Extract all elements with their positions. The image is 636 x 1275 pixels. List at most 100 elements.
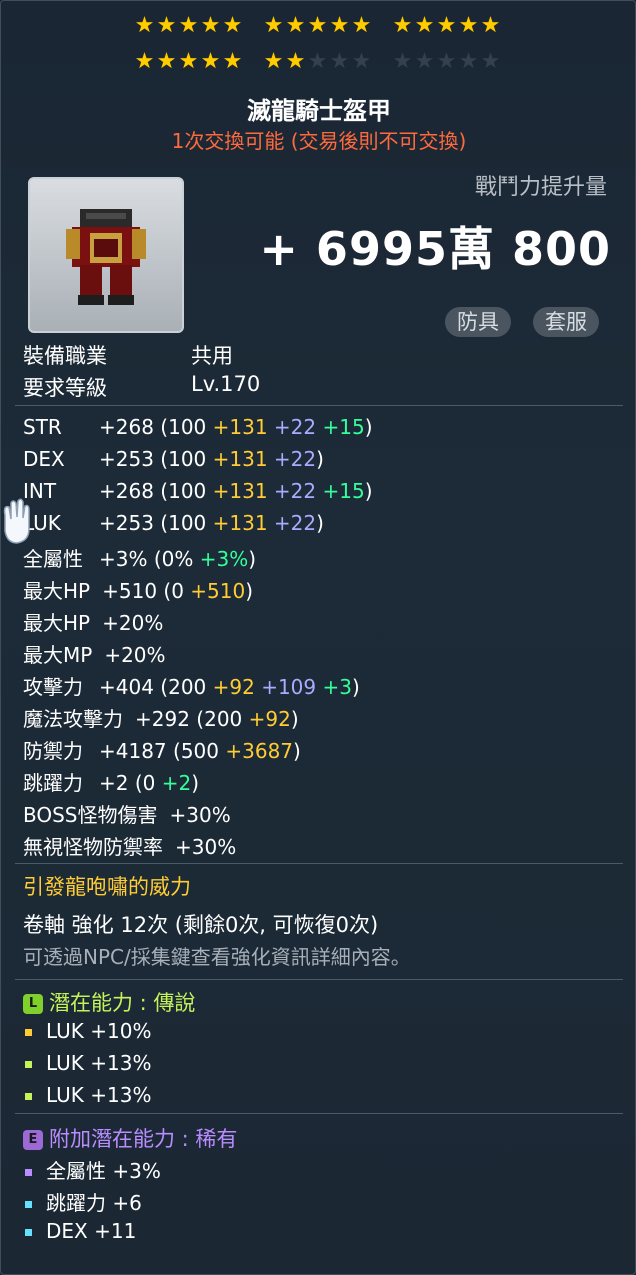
stat-line: BOSS怪物傷害 +30% xyxy=(23,799,231,828)
additional-potential-header: E 附加潛在能力 : 稀有 xyxy=(23,1123,237,1153)
stat-value-part: +15 xyxy=(322,415,365,439)
star-group: ★ ★ ★ ★ ★ xyxy=(392,51,502,79)
star-filled-icon: ★ xyxy=(263,13,284,38)
bullet-icon xyxy=(25,1061,32,1068)
star-filled-icon: ★ xyxy=(200,13,221,38)
stat-name: 最大HP xyxy=(23,611,91,635)
divider xyxy=(15,405,623,406)
star-filled-icon: ★ xyxy=(285,49,306,74)
legendary-badge-icon: L xyxy=(23,994,43,1014)
rare-badge-icon: E xyxy=(23,1130,43,1150)
star-filled-icon: ★ xyxy=(458,13,479,38)
stat-value-part: +268 (100 xyxy=(99,479,213,503)
stat-value-part: +131 xyxy=(212,479,274,503)
tag-outfit: 套服 xyxy=(533,307,599,337)
stat-line: 攻擊力 +404 (200 +92 +109 +3) xyxy=(23,671,360,700)
stat-value-part: +3% xyxy=(199,547,249,571)
bullet-icon xyxy=(25,1029,32,1036)
star-empty-icon: ★ xyxy=(436,49,457,74)
star-group: ★ ★ ★ ★ ★ xyxy=(263,15,373,43)
stat-name: 跳躍力 xyxy=(23,771,83,795)
stat-value-part: +20% xyxy=(102,611,164,635)
star-filled-icon: ★ xyxy=(222,13,243,38)
stat-line: 全屬性 +3% (0% +3%) xyxy=(23,543,256,572)
stat-value-part: ) xyxy=(293,739,301,763)
stat-value-part: +404 (200 xyxy=(99,675,213,699)
stat-name: 無視怪物防禦率 xyxy=(23,835,163,859)
stat-name: 防禦力 xyxy=(23,739,83,763)
combat-power-label: 戰鬥力提升量 xyxy=(474,175,607,200)
combat-power-value: + 6995萬 800 xyxy=(259,222,611,276)
level-label: 要求等級 xyxy=(23,376,107,400)
potential-line: DEX +11 xyxy=(25,1219,136,1243)
potential-text: 跳躍力 +6 xyxy=(46,1191,142,1215)
item-icon-frame xyxy=(28,177,184,333)
bullet-icon xyxy=(25,1229,32,1236)
stat-value-part: +30% xyxy=(169,803,231,827)
stat-value-part: ) xyxy=(351,675,360,699)
stat-value-part: +3687 xyxy=(225,739,294,763)
item-tooltip: ★ ★ ★ ★ ★ ★ ★ ★ ★ ★ ★ ★ ★ ★ ★ ★ ★ ★ ★ ★ ★ ★ ★ ★ ★ ★ ★ ★ ★ ★ 滅龍騎士盔甲 1… xyxy=(0,0,636,1275)
star-filled-icon: ★ xyxy=(480,13,501,38)
additional-potential-label: 附加潛在能力 : 稀有 xyxy=(49,1127,238,1151)
potential-text: 全屬性 +3% xyxy=(46,1159,161,1183)
stat-value-part: ) xyxy=(191,771,200,795)
stat-line: 跳躍力 +2 (0 +2) xyxy=(23,767,199,796)
cursor-glove-icon xyxy=(3,498,30,544)
stat-value-part: +30% xyxy=(175,835,237,859)
stat-name: 最大MP xyxy=(23,643,93,667)
star-filled-icon: ★ xyxy=(178,49,199,74)
star-filled-icon: ★ xyxy=(307,13,328,38)
divider xyxy=(15,979,623,980)
stat-name: 最大HP xyxy=(23,579,91,603)
stat-value-part: +253 (100 xyxy=(99,511,213,535)
potential-header: L 潛在能力 : 傳說 xyxy=(23,987,195,1017)
star-empty-icon: ★ xyxy=(414,49,435,74)
potential-line: LUK +13% xyxy=(25,1083,151,1107)
stat-name: STR xyxy=(23,415,62,439)
star-group: ★ ★ ★ ★ ★ xyxy=(134,51,244,79)
item-name: 滅龍騎士盔甲 xyxy=(247,97,391,125)
stat-line: 最大HP +510 (0 +510) xyxy=(23,575,253,604)
potential-line: 全屬性 +3% xyxy=(25,1155,161,1184)
stat-value-part: +131 xyxy=(212,447,274,471)
stat-value-part: +2 xyxy=(161,771,192,795)
stat-value-part: +15 xyxy=(322,479,365,503)
stat-value-part: ) xyxy=(245,579,254,603)
star-empty-icon: ★ xyxy=(480,49,501,74)
stat-value-part: +131 xyxy=(212,415,274,439)
star-filled-icon: ★ xyxy=(285,13,306,38)
star-filled-icon: ★ xyxy=(263,49,284,74)
stat-name: 全屬性 xyxy=(23,547,83,571)
stat-value-part: ) xyxy=(316,511,324,535)
stat-value-part: +4187 (500 xyxy=(99,739,226,763)
star-empty-icon: ★ xyxy=(329,49,350,74)
stat-line: DEX +253 (100 +131 +22) xyxy=(23,447,324,471)
potential-line: 跳躍力 +6 xyxy=(25,1187,142,1216)
stat-value-part: +3% (0% xyxy=(99,547,200,571)
divider xyxy=(15,863,623,864)
stat-line: STR +268 (100 +131 +22 +15) xyxy=(23,415,373,439)
potential-text: DEX +11 xyxy=(46,1219,137,1243)
stat-value-part: +92 xyxy=(248,707,291,731)
stat-value-part: +510 xyxy=(190,579,246,603)
star-filled-icon: ★ xyxy=(156,49,177,74)
star-filled-icon: ★ xyxy=(414,13,435,38)
stat-line: 無視怪物防禦率 +30% xyxy=(23,831,236,860)
stat-line: 魔法攻擊力 +292 (200 +92) xyxy=(23,703,299,732)
stat-line: 防禦力 +4187 (500 +3687) xyxy=(23,735,301,764)
star-filled-icon: ★ xyxy=(200,49,221,74)
stat-name: DEX xyxy=(23,447,65,471)
tag-armor: 防具 xyxy=(445,307,511,337)
star-force-row-1: ★ ★ ★ ★ ★ ★ ★ ★ ★ ★ ★ ★ ★ ★ ★ xyxy=(1,15,636,43)
star-filled-icon: ★ xyxy=(134,49,155,74)
armor-icon xyxy=(66,209,146,305)
star-filled-icon: ★ xyxy=(351,13,372,38)
star-filled-icon: ★ xyxy=(436,13,457,38)
star-filled-icon: ★ xyxy=(392,13,413,38)
stat-value-part: +22 xyxy=(273,415,323,439)
job-label: 裝備職業 xyxy=(23,344,107,368)
star-empty-icon: ★ xyxy=(458,49,479,74)
level-value: Lv.170 xyxy=(191,372,261,396)
stat-line: 最大MP +20% xyxy=(23,639,166,668)
